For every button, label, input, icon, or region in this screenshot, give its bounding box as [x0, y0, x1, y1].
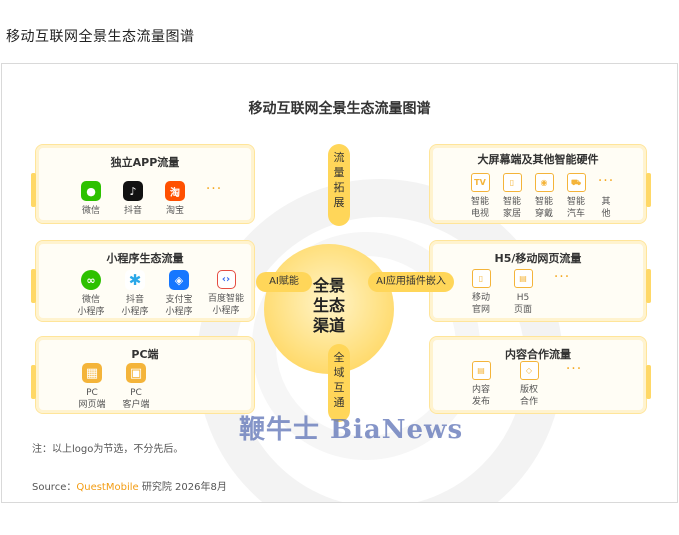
- card-title: H5/移动网页流量: [494, 252, 582, 265]
- device-item-wearable: ◉ 智能 穿戴: [528, 173, 560, 220]
- card-miniprogram-traffic: 小程序生态流量 ∞ 微信 小程序 ✱ 抖音 小程序 ◈ 支付宝 小程序 ‹› 百…: [31, 240, 255, 322]
- card-title: 小程序生态流量: [106, 252, 184, 265]
- h5-item-label: H5 页面: [513, 293, 532, 315]
- card-title: PC端: [131, 348, 159, 361]
- pc-item-web: ▦ PC 网页端: [74, 363, 110, 411]
- device-item-label: 智能 电视: [470, 197, 489, 219]
- windows-icon: ▦: [82, 363, 102, 383]
- app-item-wechat: ● 微信: [74, 181, 108, 217]
- page-title: 移动互联网全景生态流量图谱: [6, 29, 195, 45]
- source-suffix: 研究院 2026年8月: [138, 482, 227, 493]
- wechat-miniprogram-icon: ∞: [81, 270, 101, 290]
- tv-icon: TV: [470, 173, 490, 192]
- mini-item-list: ∞ 微信 小程序 ✱ 抖音 小程序 ◈ 支付宝 小程序 ‹› 百度智能 小程序: [36, 270, 290, 318]
- douyin-miniprogram-icon: ✱: [125, 270, 145, 290]
- mini-item-wechat: ∞ 微信 小程序: [72, 270, 110, 318]
- content-item-label: 内容 发布: [471, 385, 490, 407]
- mini-item-baidu: ‹› 百度智能 小程序: [204, 270, 248, 318]
- diagram-title: 移动互联网全景生态流量图谱: [248, 101, 431, 117]
- wechat-icon: ●: [81, 181, 101, 201]
- connector-right: AI应用插件嵌入: [368, 272, 454, 292]
- connector-left: AI赋能: [256, 272, 312, 292]
- pc-client-icon: ▣: [126, 363, 146, 383]
- mini-item-label: 抖音 小程序: [121, 295, 149, 317]
- device-item-label: 智能 穿戴: [534, 197, 553, 219]
- device-item-home: ▯ 智能 家居: [496, 173, 528, 220]
- smart-home-icon: ▯: [502, 173, 522, 192]
- card-app-traffic: 独立APP流量 ● 微信 ♪ 抖音 淘 淘宝 ···: [31, 144, 255, 224]
- diagram-frame: 移动互联网全景生态流量图谱 独立APP流量 ● 微信 ♪ 抖音 淘 淘宝 ···…: [1, 63, 678, 503]
- content-publish-icon: ▤: [471, 361, 491, 380]
- pc-item-client: ▣ PC 客户端: [118, 363, 154, 411]
- pc-item-label: PC 网页端: [78, 388, 106, 410]
- h5-item-page: ▤ H5 页面: [506, 269, 540, 316]
- source-prefix: Source：: [32, 482, 77, 493]
- app-item-label: 抖音: [123, 206, 142, 216]
- app-item-douyin: ♪ 抖音: [116, 181, 150, 217]
- content-item-list: ▤ 内容 发布 ◇ 版权 合作 ···: [430, 361, 677, 408]
- mini-item-douyin: ✱ 抖音 小程序: [116, 270, 154, 318]
- app-item-list: ● 微信 ♪ 抖音 淘 淘宝 ···: [36, 181, 292, 217]
- douyin-icon: ♪: [123, 181, 143, 201]
- taobao-icon: 淘: [165, 181, 185, 201]
- card-pc: PC端 ▦ PC 网页端 ▣ PC 客户端: [31, 336, 255, 414]
- device-item-label: 智能 家居: [502, 197, 521, 219]
- more-dots-icon: ···: [565, 361, 583, 377]
- content-item-label: 版权 合作: [519, 385, 538, 407]
- h5-page-icon: ▤: [513, 269, 533, 288]
- footnote: 注：以上logo为节选，不分先后。: [32, 444, 184, 455]
- mini-item-label: 支付宝 小程序: [165, 295, 193, 317]
- alipay-miniprogram-icon: ◈: [169, 270, 189, 290]
- h5-item-mobile-site: ▯ 移动 官网: [464, 269, 498, 316]
- more-dots-icon: ···: [205, 181, 223, 197]
- watermark-logo: 鞭牛士 BiaNews: [239, 415, 464, 445]
- wearable-icon: ◉: [534, 173, 554, 192]
- card-title: 独立APP流量: [110, 156, 180, 169]
- app-item-label: 微信: [81, 206, 100, 216]
- more-dots-icon: ···: [597, 173, 615, 189]
- h5-item-list: ▯ 移动 官网 ▤ H5 页面 ···: [430, 269, 677, 316]
- mini-item-label: 微信 小程序: [77, 295, 105, 317]
- more-dots-icon: ···: [553, 269, 571, 285]
- card-h5-traffic: H5/移动网页流量 ▯ 移动 官网 ▤ H5 页面 ···: [429, 240, 651, 322]
- card-title: 内容合作流量: [505, 348, 571, 361]
- baidu-miniprogram-icon: ‹›: [216, 270, 236, 289]
- h5-item-label: 移动 官网: [471, 293, 490, 315]
- mobile-site-icon: ▯: [471, 269, 491, 288]
- connector-top: 流 量 拓 展: [328, 144, 350, 226]
- mini-item-alipay: ◈ 支付宝 小程序: [160, 270, 198, 318]
- pc-item-label: PC 客户端: [122, 388, 150, 410]
- card-title: 大屏幕端及其他智能硬件: [477, 153, 599, 166]
- handshake-icon: ◇: [519, 361, 539, 380]
- source-brand: QuestMobile: [76, 482, 139, 493]
- source-line: Source：QuestMobile 研究院 2026年8月: [32, 478, 227, 493]
- car-icon: ⛟: [566, 173, 586, 192]
- card-content-cooperation: 内容合作流量 ▤ 内容 发布 ◇ 版权 合作 ···: [429, 336, 651, 414]
- app-item-taobao: 淘 淘宝: [158, 181, 192, 217]
- device-item-label: 其 他: [601, 197, 611, 219]
- app-item-label: 淘宝: [165, 206, 184, 216]
- card-smart-devices: 大屏幕端及其他智能硬件 TV 智能 电视 ▯ 智能 家居 ◉ 智能 穿戴 ⛟ 智…: [429, 144, 651, 224]
- pc-item-list: ▦ PC 网页端 ▣ PC 客户端: [36, 363, 292, 411]
- content-item-copyright: ◇ 版权 合作: [512, 361, 546, 408]
- content-item-publish: ▤ 内容 发布: [464, 361, 498, 408]
- device-item-list: TV 智能 电视 ▯ 智能 家居 ◉ 智能 穿戴 ⛟ 智能 汽车 ··· 其 他: [430, 173, 677, 220]
- device-item-car: ⛟ 智能 汽车: [560, 173, 592, 220]
- mini-item-label: 百度智能 小程序: [207, 294, 244, 316]
- device-item-label: 智能 汽车: [566, 197, 585, 219]
- device-item-tv: TV 智能 电视: [464, 173, 496, 220]
- device-item-other: ··· 其 他: [592, 173, 620, 220]
